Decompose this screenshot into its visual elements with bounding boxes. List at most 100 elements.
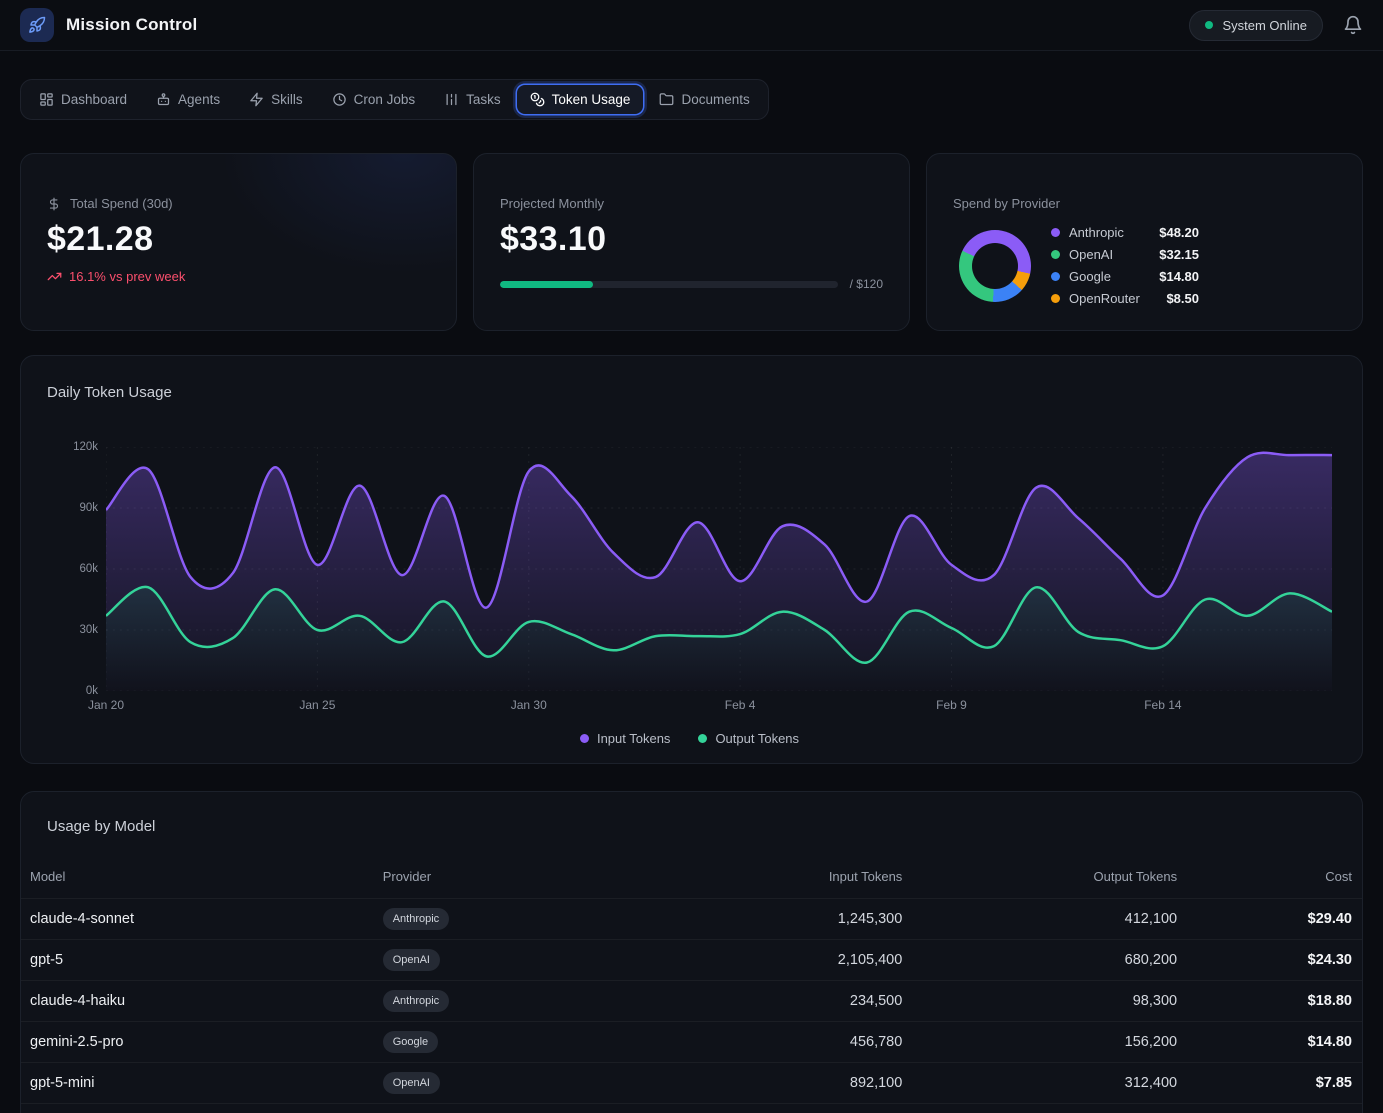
projected-monthly-value: $33.10 xyxy=(500,220,883,259)
col-header-input-tokens: Input Tokens xyxy=(613,859,913,899)
provider-dot-anthropic xyxy=(1051,228,1060,237)
input-tokens-value: 2,105,400 xyxy=(613,940,913,981)
table-header-row: Model Provider Input Tokens Output Token… xyxy=(21,859,1362,899)
y-axis-label: 60k xyxy=(79,563,98,575)
nav-tab-token-usage[interactable]: Token Usage xyxy=(517,85,644,114)
chart-legend: Input Tokens Output Tokens xyxy=(47,731,1332,746)
nav-tab-label: Agents xyxy=(178,92,220,107)
rocket-icon xyxy=(28,16,46,34)
page-title: Mission Control xyxy=(66,15,197,35)
y-axis-label: 30k xyxy=(79,624,98,636)
input-tokens-value: 178,000 xyxy=(613,1104,913,1113)
y-axis-label: 90k xyxy=(79,502,98,514)
legend-label: Input Tokens xyxy=(597,731,670,746)
nav-tab-label: Documents xyxy=(681,92,749,107)
usage-table: Model Provider Input Tokens Output Token… xyxy=(21,859,1362,1113)
budget-progress-track xyxy=(500,281,838,288)
nav-tab-dashboard[interactable]: Dashboard xyxy=(26,85,140,114)
bot-icon xyxy=(156,92,171,107)
table-row: llama-3.3-70bOpenRouter178,00066,400$2.5… xyxy=(21,1104,1362,1113)
output-tokens-value: 680,200 xyxy=(912,940,1187,981)
provider-name: OpenRouter xyxy=(1069,291,1140,306)
output-tokens-dot xyxy=(698,734,707,743)
provider-name: OpenAI xyxy=(1069,247,1113,262)
x-axis-label: Jan 25 xyxy=(299,698,335,712)
primary-nav: Dashboard Agents Skills Cron Jobs Tasks … xyxy=(20,79,769,120)
y-axis-label: 120k xyxy=(73,441,98,453)
provider-dot-google xyxy=(1051,272,1060,281)
total-spend-delta: 16.1% vs prev week xyxy=(47,269,430,284)
provider-value: $14.80 xyxy=(1159,269,1199,284)
provider-name: Anthropic xyxy=(1069,225,1124,240)
projected-monthly-card: Projected Monthly $33.10 / $120 xyxy=(473,153,910,331)
provider-value: $8.50 xyxy=(1166,291,1199,306)
provider-name: Google xyxy=(1069,269,1111,284)
provider-legend-row: Google $14.80 xyxy=(1051,269,1199,284)
model-name: claude-4-sonnet xyxy=(21,899,373,940)
nav-tab-label: Tasks xyxy=(466,92,501,107)
cost-value: $2.50 xyxy=(1187,1104,1362,1113)
total-spend-card: Total Spend (30d) $21.28 16.1% vs prev w… xyxy=(20,153,457,331)
col-header-model: Model xyxy=(21,859,373,899)
provider-cell: Google xyxy=(373,1022,613,1063)
sliders-icon xyxy=(444,92,459,107)
legend-output-tokens: Output Tokens xyxy=(698,731,799,746)
zap-icon xyxy=(249,92,264,107)
provider-badge: OpenAI xyxy=(383,1072,440,1094)
usage-by-model-card: Usage by Model Model Provider Input Toke… xyxy=(20,791,1363,1113)
legend-input-tokens: Input Tokens xyxy=(580,731,670,746)
cost-value: $29.40 xyxy=(1187,899,1362,940)
model-name: gpt-5 xyxy=(21,940,373,981)
bell-icon[interactable] xyxy=(1343,15,1363,35)
table-row: gpt-5-miniOpenAI892,100312,400$7.85 xyxy=(21,1063,1362,1104)
top-bar: Mission Control System Online xyxy=(0,0,1383,51)
provider-cell: Anthropic xyxy=(373,899,613,940)
provider-dot-openai xyxy=(1051,250,1060,259)
table-row: gemini-2.5-proGoogle456,780156,200$14.80 xyxy=(21,1022,1362,1063)
provider-legend: Anthropic $48.20 OpenAI $32.15 Google $1… xyxy=(1051,225,1199,306)
table-row: claude-4-sonnetAnthropic1,245,300412,100… xyxy=(21,899,1362,940)
provider-dot-openrouter xyxy=(1051,294,1060,303)
provider-legend-row: OpenAI $32.15 xyxy=(1051,247,1199,262)
total-spend-value: $21.28 xyxy=(47,220,430,259)
app-logo xyxy=(20,8,54,42)
provider-badge: Anthropic xyxy=(383,990,449,1012)
total-spend-label-row: Total Spend (30d) xyxy=(47,196,430,211)
legend-label: Output Tokens xyxy=(715,731,799,746)
provider-cell: OpenRouter xyxy=(373,1104,613,1113)
provider-value: $48.20 xyxy=(1159,225,1199,240)
model-name: claude-4-haiku xyxy=(21,981,373,1022)
x-axis-label: Feb 9 xyxy=(936,698,967,712)
col-header-provider: Provider xyxy=(373,859,613,899)
nav-tab-agents[interactable]: Agents xyxy=(143,85,233,114)
col-header-output-tokens: Output Tokens xyxy=(912,859,1187,899)
nav-tab-documents[interactable]: Documents xyxy=(646,85,762,114)
provider-cell: Anthropic xyxy=(373,981,613,1022)
output-tokens-value: 412,100 xyxy=(912,899,1187,940)
folder-icon xyxy=(659,92,674,107)
budget-label: / $120 xyxy=(850,277,883,291)
nav-tab-tasks[interactable]: Tasks xyxy=(431,85,514,114)
x-axis-label: Feb 14 xyxy=(1144,698,1181,712)
col-header-cost: Cost xyxy=(1187,859,1362,899)
input-tokens-dot xyxy=(580,734,589,743)
table-row: gpt-5OpenAI2,105,400680,200$24.30 xyxy=(21,940,1362,981)
input-tokens-value: 234,500 xyxy=(613,981,913,1022)
provider-badge: OpenAI xyxy=(383,949,440,971)
provider-cell: OpenAI xyxy=(373,940,613,981)
output-tokens-value: 312,400 xyxy=(912,1063,1187,1104)
input-tokens-value: 456,780 xyxy=(613,1022,913,1063)
nav-tab-skills[interactable]: Skills xyxy=(236,85,316,114)
table-title: Usage by Model xyxy=(47,818,1362,835)
provider-cell: OpenAI xyxy=(373,1063,613,1104)
nav-tab-cron-jobs[interactable]: Cron Jobs xyxy=(319,85,429,114)
nav-tab-label: Dashboard xyxy=(61,92,127,107)
status-badge[interactable]: System Online xyxy=(1189,10,1323,41)
x-axis-label: Jan 30 xyxy=(511,698,547,712)
cost-value: $18.80 xyxy=(1187,981,1362,1022)
trending-up-icon xyxy=(47,269,62,284)
chart-title: Daily Token Usage xyxy=(47,384,1332,401)
x-axis-label: Feb 4 xyxy=(725,698,756,712)
status-label: System Online xyxy=(1222,18,1307,33)
model-name: llama-3.3-70b xyxy=(21,1104,373,1113)
